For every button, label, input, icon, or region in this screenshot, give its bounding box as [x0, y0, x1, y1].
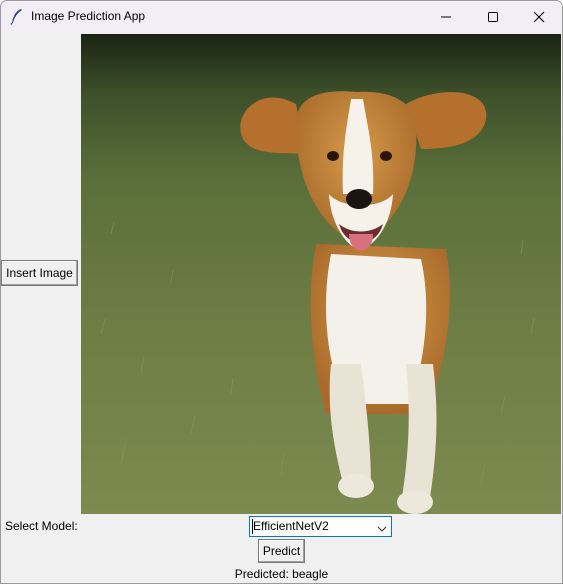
- insert-image-button[interactable]: Insert Image: [1, 260, 78, 286]
- maximize-button[interactable]: [470, 1, 516, 32]
- maximize-icon: [487, 11, 499, 23]
- dog-photo: [81, 34, 561, 514]
- image-preview: [81, 34, 561, 514]
- model-select[interactable]: EfficientNetV2: [249, 516, 392, 537]
- close-icon: [533, 11, 545, 23]
- predict-button[interactable]: Predict: [258, 539, 305, 563]
- title-bar[interactable]: Image Prediction App: [1, 1, 562, 32]
- close-button[interactable]: [516, 1, 562, 32]
- chevron-down-icon[interactable]: [377, 522, 387, 536]
- model-select-value: EfficientNetV2: [252, 519, 329, 534]
- client-area: Insert Image Select Model: EfficientNetV…: [1, 32, 562, 583]
- left-panel: Insert Image: [1, 32, 80, 512]
- feather-icon: [10, 8, 24, 25]
- minimize-icon: [440, 11, 452, 23]
- app-window: Image Prediction App Insert Image Select…: [0, 0, 563, 584]
- window-title: Image Prediction App: [31, 9, 146, 23]
- select-model-label: Select Model:: [5, 519, 78, 533]
- prediction-result: Predicted: beagle: [234, 567, 329, 581]
- minimize-button[interactable]: [423, 1, 469, 32]
